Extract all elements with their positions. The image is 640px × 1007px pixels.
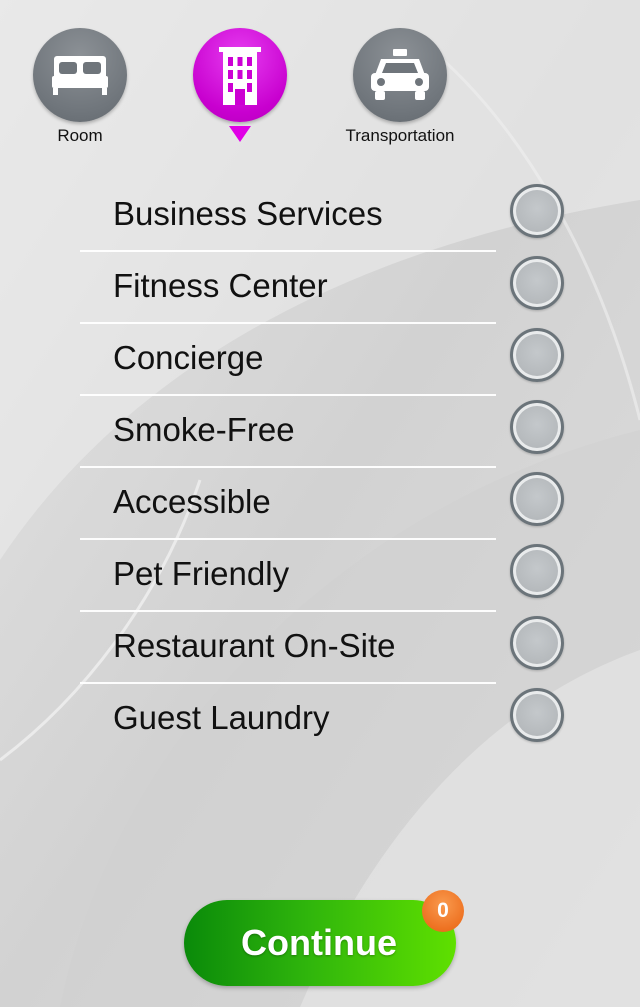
amenity-label: Concierge	[113, 339, 264, 376]
amenity-row-guest-laundry[interactable]: Guest Laundry	[80, 684, 580, 756]
amenity-radio[interactable]	[510, 616, 564, 670]
tab-transportation-circle	[353, 28, 447, 122]
taxi-icon	[371, 49, 429, 100]
tab-transportation[interactable]: Transportation	[340, 28, 460, 158]
amenity-label: Fitness Center	[113, 267, 328, 304]
amenity-radio[interactable]	[510, 688, 564, 742]
amenity-row-pet-friendly[interactable]: Pet Friendly	[80, 540, 580, 612]
tab-transportation-label: Transportation	[345, 126, 455, 145]
amenity-radio[interactable]	[510, 400, 564, 454]
tab-room-label: Room	[57, 126, 103, 145]
hotel-building-icon	[219, 47, 261, 105]
amenity-row-accessible[interactable]: Accessible	[80, 468, 580, 540]
amenity-radio[interactable]	[510, 328, 564, 382]
amenity-row-business-services[interactable]: Business Services	[80, 180, 580, 252]
amenity-label: Accessible	[113, 483, 271, 520]
tab-hotel-circle	[193, 28, 287, 122]
selection-count-badge: 0	[422, 890, 464, 932]
amenity-row-restaurant-on-site[interactable]: Restaurant On-Site	[80, 612, 580, 684]
amenity-label: Guest Laundry	[113, 699, 330, 736]
continue-button[interactable]: Continue	[184, 900, 456, 986]
tab-room[interactable]: Room	[20, 28, 140, 158]
amenities-list: Business Services Fitness Center Concier…	[80, 180, 580, 756]
amenity-label: Business Services	[113, 195, 383, 232]
bed-icon	[52, 56, 108, 95]
active-tab-pointer	[229, 126, 251, 142]
amenity-radio[interactable]	[510, 472, 564, 526]
continue-button-label: Continue	[241, 922, 397, 963]
amenity-row-fitness-center[interactable]: Fitness Center	[80, 252, 580, 324]
amenity-radio[interactable]	[510, 184, 564, 238]
amenity-label: Smoke-Free	[113, 411, 295, 448]
amenity-row-smoke-free[interactable]: Smoke-Free	[80, 396, 580, 468]
amenity-label: Restaurant On-Site	[113, 627, 396, 664]
amenity-row-concierge[interactable]: Concierge	[80, 324, 580, 396]
tab-room-circle	[33, 28, 127, 122]
tab-hotel[interactable]	[180, 28, 300, 158]
amenity-radio[interactable]	[510, 544, 564, 598]
amenity-label: Pet Friendly	[113, 555, 290, 592]
amenity-radio[interactable]	[510, 256, 564, 310]
